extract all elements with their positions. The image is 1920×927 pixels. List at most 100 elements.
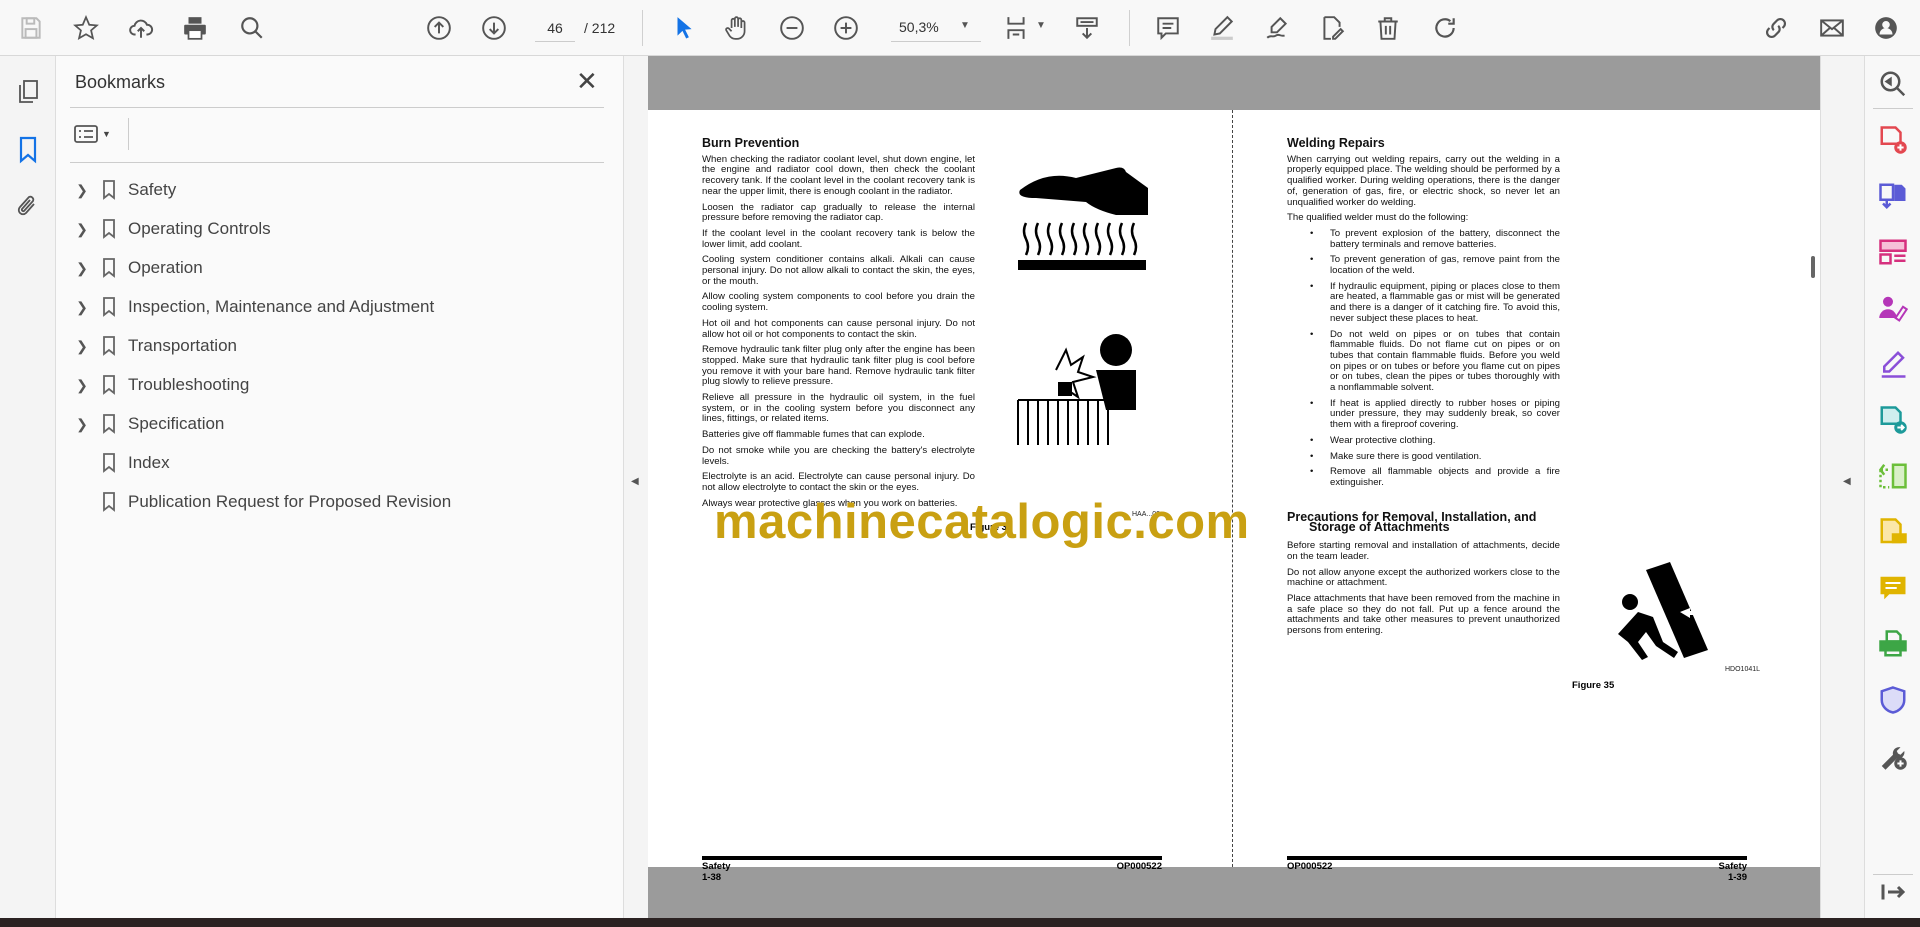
footer-rule [702, 856, 1162, 860]
more-tools-icon[interactable] [1877, 740, 1909, 772]
bullet-item: • To prevent explosion of the battery, di… [1287, 227, 1560, 250]
expand-tools-icon[interactable]: ◀ [1843, 476, 1851, 487]
attachments-icon[interactable] [12, 190, 44, 222]
footer-page: 1-39 [1727, 872, 1747, 883]
paragraph: Electrolyte is an acid. Electrolyte can … [702, 471, 975, 493]
fill-sign-icon[interactable] [1877, 348, 1909, 380]
print-production-icon[interactable] [1877, 628, 1909, 660]
heading-attachments: Precautions for Removal, Installation, a… [1287, 510, 1560, 533]
mail-icon[interactable] [1816, 12, 1848, 44]
protect-icon[interactable] [1877, 684, 1909, 716]
paragraph: When carrying out welding repairs, carry… [1287, 153, 1560, 208]
bookmark-item[interactable]: ❯ Transportation [70, 330, 237, 362]
hand-icon[interactable] [721, 12, 753, 44]
organize-pages-icon[interactable] [1877, 236, 1909, 268]
bookmark-item[interactable]: ❯ Safety [70, 174, 176, 206]
sign-icon[interactable] [1261, 12, 1293, 44]
bullet-dot: • [1310, 254, 1314, 266]
bullet-dot: • [1310, 450, 1314, 462]
bookmarks-title: Bookmarks [75, 72, 166, 92]
bookmark-item[interactable]: ❯ Operation [70, 252, 203, 284]
find-icon[interactable] [236, 12, 268, 44]
bullet-text: If heat is applied directly to rubber ho… [1330, 397, 1560, 431]
bookmark-options-button[interactable]: ▼ [74, 120, 122, 148]
bookmarks-icon[interactable] [12, 134, 44, 166]
account-icon[interactable] [1870, 12, 1902, 44]
chevron-right-icon[interactable]: ❯ [70, 299, 94, 316]
bullet-dot: • [1310, 328, 1314, 340]
bookmark-flag-icon [94, 219, 124, 239]
send-for-review-icon[interactable] [1877, 404, 1909, 436]
bookmark-item[interactable]: ❯ Inspection, Maintenance and Adjustment [70, 291, 434, 323]
bookmark-label: Operation [128, 258, 203, 277]
upload-icon[interactable] [125, 12, 157, 44]
next-page-icon[interactable] [478, 12, 510, 44]
right-page-text: Welding Repairs When carrying out weldin… [1287, 137, 1560, 642]
bookmark-label: Specification [128, 414, 225, 433]
prev-page-icon[interactable] [423, 12, 455, 44]
rotate-icon[interactable] [1429, 12, 1461, 44]
footer-code: OP000522 [1287, 861, 1333, 872]
comment-file-icon[interactable] [1877, 516, 1909, 548]
scroll-mode-icon[interactable] [1071, 12, 1103, 44]
heading-burn-prevention: Burn Prevention [702, 136, 800, 150]
view-zoom-icon[interactable] [1877, 68, 1909, 100]
request-signatures-icon[interactable] [1877, 292, 1909, 324]
chevron-right-icon[interactable]: ❯ [70, 377, 94, 394]
share-link-icon[interactable] [1760, 12, 1792, 44]
chevron-right-icon[interactable]: ❯ [70, 338, 94, 355]
watermark: machinecatalogic.com [714, 495, 1250, 549]
bookmark-item[interactable]: ❯ Operating Controls [70, 213, 271, 245]
zoom-out-icon[interactable] [776, 12, 808, 44]
bookmark-item[interactable]: Index [70, 447, 170, 479]
divider [1873, 108, 1913, 109]
scrollbar-thumb[interactable] [1811, 256, 1815, 278]
bullet-item: • To prevent generation of gas, remove pa… [1287, 254, 1560, 277]
paragraph: Batteries give off flammable fumes that … [702, 429, 925, 441]
fit-page-icon[interactable] [1000, 12, 1032, 44]
bookmark-item[interactable]: ❯ Specification [70, 408, 224, 440]
edit-icon[interactable] [1316, 12, 1348, 44]
bookmark-item[interactable]: Publication Request for Proposed Revisio… [70, 486, 451, 518]
chevron-right-icon[interactable]: ❯ [70, 260, 94, 277]
compare-files-icon[interactable] [1877, 460, 1909, 492]
chevron-down-icon[interactable]: ▼ [1036, 20, 1046, 31]
print-icon[interactable] [179, 12, 211, 44]
document-viewport[interactable]: Burn Prevention When checking the radiat… [648, 56, 1820, 918]
paragraph: The qualified welder must do the followi… [1287, 212, 1469, 224]
vertical-scrollbar-area[interactable]: ◀ [1811, 56, 1864, 918]
trash-icon[interactable] [1372, 12, 1404, 44]
zoom-in-icon[interactable] [830, 12, 862, 44]
collapse-rail-icon[interactable] [1877, 876, 1909, 908]
export-pdf-icon[interactable] [1877, 180, 1909, 212]
paragraph: Remove hydraulic tank filter plug only a… [702, 344, 975, 388]
bookmark-label: Troubleshooting [128, 375, 250, 394]
chevron-right-icon[interactable]: ❯ [70, 221, 94, 238]
panel-splitter[interactable]: ◀ [624, 56, 648, 918]
bookmark-flag-icon [94, 258, 124, 278]
list-options-icon [74, 125, 98, 143]
page-thumbnails-icon[interactable] [12, 76, 44, 108]
paragraph: Hot oil and hot components can cause per… [702, 317, 975, 340]
highlight-icon[interactable] [1206, 12, 1238, 44]
comment-icon[interactable] [1152, 12, 1184, 44]
chevron-right-icon[interactable]: ❯ [70, 416, 94, 433]
bookmark-label: Operating Controls [128, 219, 271, 238]
bullet-text: To prevent generation of gas, remove pai… [1330, 254, 1560, 277]
bullet-dot: • [1310, 227, 1314, 239]
save-icon[interactable] [15, 12, 47, 44]
close-icon[interactable]: ✕ [576, 66, 598, 97]
comment-tool-icon[interactable] [1877, 572, 1909, 604]
select-cursor-icon[interactable] [668, 12, 700, 44]
bookmark-item[interactable]: ❯ Troubleshooting [70, 369, 249, 401]
collapse-panel-icon[interactable]: ◀ [631, 476, 639, 487]
bullet-text: If hydraulic equipment, piping or places… [1330, 280, 1560, 324]
create-pdf-icon[interactable] [1877, 124, 1909, 156]
bookmarks-panel: Bookmarks ✕ ▼ ❯ Safety ❯ Operating Controls… [56, 56, 624, 918]
chevron-right-icon[interactable]: ❯ [70, 182, 94, 199]
bookmark-star-icon[interactable] [70, 12, 102, 44]
bullet-dot: • [1310, 466, 1314, 478]
chevron-down-icon[interactable]: ▼ [960, 20, 970, 31]
page-number-input[interactable] [535, 14, 575, 42]
footer-page: 1-38 [702, 872, 722, 883]
